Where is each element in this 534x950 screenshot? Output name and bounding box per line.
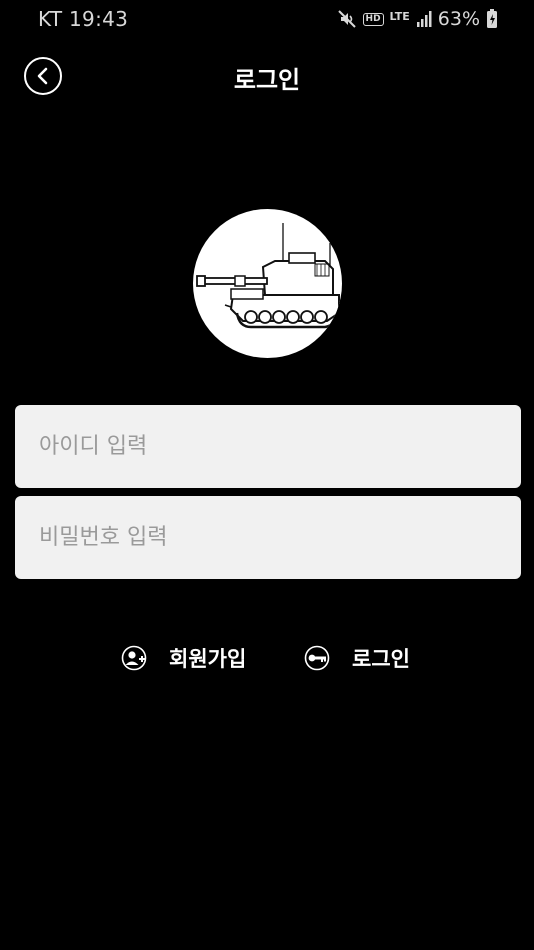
page-title: 로그인 xyxy=(233,66,301,94)
signal-icon xyxy=(416,10,432,28)
mute-icon xyxy=(337,9,357,29)
key-icon xyxy=(304,645,330,671)
user-add-icon xyxy=(121,645,147,671)
self-propelled-howitzer-illustration xyxy=(196,223,341,329)
howitzer-logo xyxy=(193,209,342,358)
hd-voice-icon: HD xyxy=(362,12,384,26)
battery-percent: 63% xyxy=(437,8,480,30)
signup-label: 회원가입 xyxy=(169,647,247,671)
status-icons: HD LTE 63% xyxy=(337,6,498,32)
id-input[interactable] xyxy=(15,405,521,488)
status-bar: KT 19:43 HD LTE 63% xyxy=(0,0,534,38)
carrier-time: KT 19:43 xyxy=(38,7,129,31)
login-button[interactable]: 로그인 xyxy=(304,640,410,676)
signup-button[interactable]: 회원가입 xyxy=(121,640,246,676)
lte-icon: LTE xyxy=(389,9,410,23)
header: 로그인 xyxy=(0,50,534,104)
password-input[interactable] xyxy=(15,496,521,579)
battery-icon xyxy=(486,9,498,29)
login-label: 로그인 xyxy=(352,647,410,671)
